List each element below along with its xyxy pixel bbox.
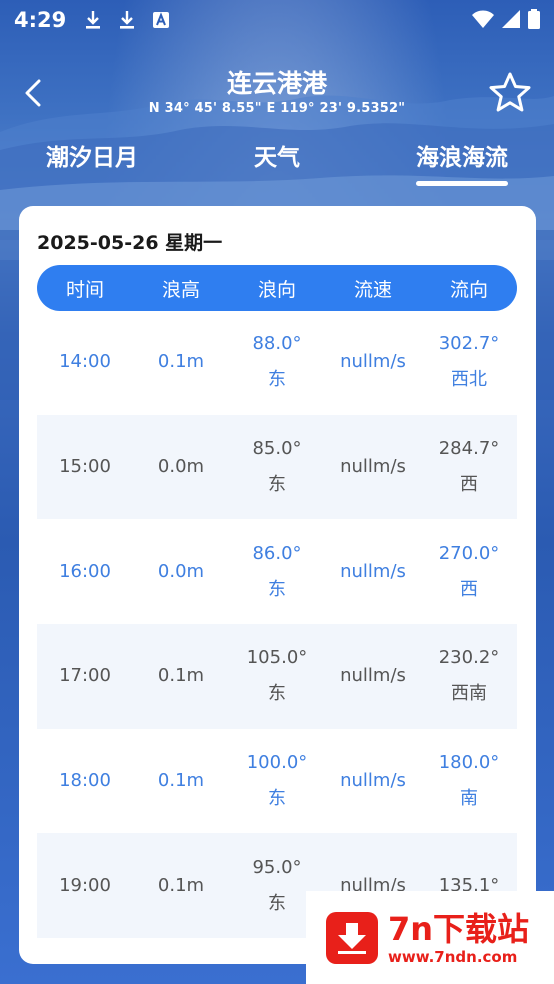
table-row: 14:00 0.1m 88.0° 东 nullm/s 302.7° 西北 xyxy=(37,310,517,415)
cell-time: 14:00 xyxy=(59,351,111,373)
forecast-date: 2025-05-26 星期一 xyxy=(37,232,223,254)
cell-wave-direction: 88.0° 东 xyxy=(229,326,325,398)
cell-wave-height: 0.1m xyxy=(157,665,205,687)
wave-direction-degrees: 85.0° xyxy=(252,438,302,460)
flow-direction-label: 西南 xyxy=(451,683,487,705)
flow-direction-degrees: 270.0° xyxy=(438,542,500,564)
page-title: 连云港港 xyxy=(226,69,327,98)
column-header-flow-speed: 流速 xyxy=(353,278,392,301)
flow-direction-label: 南 xyxy=(460,788,478,810)
wave-direction-label: 东 xyxy=(268,683,286,705)
cell-wave-direction: 86.0° 东 xyxy=(229,536,325,608)
cell-flow-direction: 230.2° 西南 xyxy=(421,640,517,712)
table-row: 16:00 0.0m 86.0° 东 nullm/s 270.0° 西 xyxy=(37,519,517,624)
wave-direction-label: 东 xyxy=(268,369,286,391)
flow-direction-degrees: 180.0° xyxy=(438,752,500,774)
flow-direction-degrees: 284.7° xyxy=(438,438,500,460)
wave-direction-label: 东 xyxy=(268,892,286,914)
flow-direction-degrees: 302.7° xyxy=(438,333,500,355)
wifi-icon xyxy=(472,10,494,32)
tab-weather[interactable]: 天气 xyxy=(240,138,314,172)
download-logo-icon xyxy=(326,911,378,964)
flow-direction-label: 西 xyxy=(460,474,478,496)
favorite-button[interactable] xyxy=(488,70,532,114)
download-icon xyxy=(84,10,102,30)
watermark-url: www.7ndn.com xyxy=(388,947,518,966)
cell-flow-speed: nullm/s xyxy=(340,351,406,373)
cell-wave-height: 0.1m xyxy=(157,770,205,792)
cell-time: 17:00 xyxy=(59,665,111,687)
table-row: 17:00 0.1m 105.0° 东 nullm/s 230.2° 西南 xyxy=(37,624,517,729)
tab-bar: 潮汐日月 天气 海浪海流 xyxy=(0,138,554,188)
status-bar: 4:29 xyxy=(0,0,554,40)
flow-direction-label: 西 xyxy=(460,578,478,600)
tab-waves-currents[interactable]: 海浪海流 xyxy=(410,138,514,172)
top-bar: 连云港港 N 34° 45' 8.55" E 119° 23' 9.5352" xyxy=(0,56,554,132)
cell-wave-height: 0.1m xyxy=(157,351,205,373)
column-header-wave-direction: 浪向 xyxy=(257,278,296,301)
cell-time: 16:00 xyxy=(59,560,111,582)
table-row: 15:00 0.0m 85.0° 东 nullm/s 284.7° 西 xyxy=(37,414,517,520)
watermark-title: 7n下载站 xyxy=(388,909,530,948)
forecast-card: 2025-05-26 星期一 时间 浪高 浪向 流速 流向 14:00 0.1m… xyxy=(19,206,536,964)
flow-direction-degrees: 230.2° xyxy=(438,647,500,669)
wave-direction-label: 东 xyxy=(268,788,286,810)
cell-time: 18:00 xyxy=(59,770,111,792)
cell-wave-height: 0.0m xyxy=(157,560,205,582)
column-header-time: 时间 xyxy=(65,278,104,301)
cell-flow-direction: 284.7° 西 xyxy=(421,431,517,503)
cell-flow-speed: nullm/s xyxy=(340,456,406,478)
wave-direction-degrees: 95.0° xyxy=(252,856,302,878)
site-watermark: 7n下载站 www.7ndn.com xyxy=(306,891,554,984)
cell-flow-direction: 270.0° 西 xyxy=(421,536,517,608)
column-header-flow-direction: 流向 xyxy=(449,278,488,301)
column-header-wave-height: 浪高 xyxy=(161,278,200,301)
table-header: 时间 浪高 浪向 流速 流向 xyxy=(37,265,517,311)
cell-wave-direction: 100.0° 东 xyxy=(229,745,325,817)
cell-wave-direction: 85.0° 东 xyxy=(229,431,325,503)
cell-flow-speed: nullm/s xyxy=(340,770,406,792)
cell-time: 15:00 xyxy=(59,456,111,478)
download-icon xyxy=(118,10,136,30)
status-time: 4:29 xyxy=(14,8,67,32)
wave-direction-degrees: 105.0° xyxy=(246,647,308,669)
cell-wave-direction: 105.0° 东 xyxy=(229,640,325,712)
active-tab-indicator xyxy=(416,181,508,186)
wave-direction-label: 东 xyxy=(268,578,286,600)
location-coordinates: N 34° 45' 8.55" E 119° 23' 9.5352" xyxy=(148,101,406,116)
tab-tide-sun-moon[interactable]: 潮汐日月 xyxy=(40,138,144,172)
cell-time: 19:00 xyxy=(59,874,111,896)
signal-icon xyxy=(502,10,520,32)
cell-wave-height: 0.1m xyxy=(157,874,205,896)
wave-direction-degrees: 88.0° xyxy=(252,333,302,355)
cell-wave-height: 0.0m xyxy=(157,456,205,478)
flow-direction-label: 西北 xyxy=(451,369,487,391)
font-icon xyxy=(152,10,170,30)
cell-flow-direction: 180.0° 南 xyxy=(421,745,517,817)
cell-flow-direction: 302.7° 西北 xyxy=(421,326,517,398)
cell-flow-speed: nullm/s xyxy=(340,560,406,582)
wave-direction-degrees: 86.0° xyxy=(252,542,302,564)
table-body: 14:00 0.1m 88.0° 东 nullm/s 302.7° 西北 15:… xyxy=(37,310,517,939)
table-row: 18:00 0.1m 100.0° 东 nullm/s 180.0° 南 xyxy=(37,729,517,834)
star-icon xyxy=(489,72,531,112)
wave-direction-degrees: 100.0° xyxy=(246,752,308,774)
wave-direction-label: 东 xyxy=(268,474,286,496)
cell-flow-speed: nullm/s xyxy=(340,665,406,687)
battery-icon xyxy=(528,9,540,33)
